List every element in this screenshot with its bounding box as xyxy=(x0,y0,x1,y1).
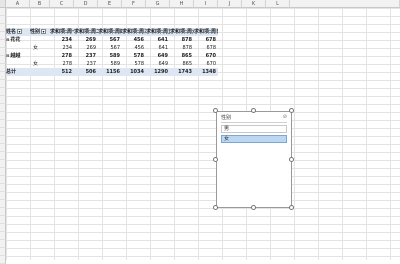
column-header[interactable]: F xyxy=(122,0,146,8)
spreadsheet[interactable]: ABCDEFGHIJKL 姓名▾ 性别▾ 求和项:周一 求和项:周二 求和项:周… xyxy=(0,0,400,264)
column-header[interactable]: C xyxy=(50,0,74,8)
filter-dropdown-icon[interactable]: ▾ xyxy=(17,29,23,34)
pivot-value[interactable]: 670 xyxy=(194,52,218,60)
pivot-value[interactable]: 269 xyxy=(74,36,98,44)
pivot-value[interactable]: 234 xyxy=(50,36,74,44)
clear-filter-icon[interactable]: ⊘ xyxy=(283,114,287,120)
minus-box-icon[interactable]: ⊟ xyxy=(6,36,9,44)
resize-handle-bottom[interactable] xyxy=(251,205,256,210)
pivot-value[interactable]: 878 xyxy=(170,44,194,52)
pivot-total-value[interactable]: 1743 xyxy=(170,68,194,76)
resize-handle-bottom-right[interactable] xyxy=(289,205,294,210)
column-header[interactable]: G xyxy=(146,0,170,8)
filter-dropdown-icon[interactable]: ▾ xyxy=(41,29,47,34)
pivot-value[interactable]: 234 xyxy=(50,44,74,52)
pivot-row-name[interactable]: ⊟越越 xyxy=(6,52,30,60)
pivot-value[interactable]: 865 xyxy=(170,60,194,68)
pivot-value[interactable]: 567 xyxy=(98,36,122,44)
pivot-value[interactable]: 456 xyxy=(122,36,146,44)
slicer-panel[interactable]: 性别 ⊘ 男 女 xyxy=(216,111,292,208)
column-header[interactable]: J xyxy=(218,0,242,8)
pivot-value[interactable]: 269 xyxy=(74,44,98,52)
resize-handle-top-left[interactable] xyxy=(213,108,218,113)
column-header[interactable]: L xyxy=(266,0,290,8)
pivot-total-value[interactable]: 1348 xyxy=(194,68,218,76)
pivot-value[interactable]: 567 xyxy=(98,44,122,52)
minus-box-icon[interactable]: ⊟ xyxy=(6,52,9,60)
column-header[interactable]: H xyxy=(170,0,194,8)
pivot-total-value[interactable]: 1156 xyxy=(98,68,122,76)
column-header[interactable]: A xyxy=(6,0,30,8)
resize-handle-right[interactable] xyxy=(289,157,294,162)
pivot-value[interactable]: 678 xyxy=(194,44,218,52)
slicer-item-female[interactable]: 女 xyxy=(221,135,287,143)
resize-handle-top-right[interactable] xyxy=(289,108,294,113)
pivot-header-name[interactable]: 姓名 ▾ xyxy=(6,28,30,36)
pivot-row-gender[interactable]: 女 xyxy=(30,44,50,52)
resize-handle-bottom-left[interactable] xyxy=(213,205,218,210)
slicer-divider xyxy=(221,122,287,123)
pivot-total-value[interactable]: 1290 xyxy=(146,68,170,76)
pivot-value[interactable]: 865 xyxy=(170,52,194,60)
column-header-filler xyxy=(290,0,400,8)
pivot-header-sat[interactable]: 求和项:周六 xyxy=(170,28,194,36)
resize-handle-left[interactable] xyxy=(213,157,218,162)
slicer-item-male[interactable]: 男 xyxy=(221,125,287,133)
pivot-total-value[interactable]: 506 xyxy=(74,68,98,76)
pivot-value[interactable]: 237 xyxy=(74,52,98,60)
pivot-header-sun[interactable]: 求和项:周日 xyxy=(194,28,218,36)
pivot-header-tue[interactable]: 求和项:周二 xyxy=(74,28,98,36)
column-header[interactable]: B xyxy=(30,0,50,8)
column-header[interactable]: K xyxy=(242,0,266,8)
pivot-value[interactable]: 641 xyxy=(146,36,170,44)
pivot-value[interactable]: 578 xyxy=(122,60,146,68)
pivot-grand-total-label[interactable]: 总计 xyxy=(6,68,50,76)
pivot-header-wed[interactable]: 求和项:周三 xyxy=(122,28,146,36)
pivot-value[interactable]: 456 xyxy=(122,44,146,52)
pivot-value[interactable]: 278 xyxy=(50,52,74,60)
pivot-header-gender[interactable]: 性别 ▾ xyxy=(30,28,50,36)
pivot-value[interactable]: 278 xyxy=(50,60,74,68)
pivot-header-mon[interactable]: 求和项:周一 xyxy=(50,28,74,36)
pivot-value[interactable]: 878 xyxy=(170,36,194,44)
pivot-value[interactable]: 237 xyxy=(74,60,98,68)
pivot-header-thu[interactable]: 求和项:周四 xyxy=(98,28,122,36)
pivot-value[interactable]: 578 xyxy=(122,52,146,60)
pivot-value[interactable]: 678 xyxy=(194,36,218,44)
pivot-value[interactable]: 649 xyxy=(146,60,170,68)
slicer-title: 性别 xyxy=(221,115,232,121)
pivot-total-value[interactable]: 1034 xyxy=(122,68,146,76)
pivot-value[interactable]: 670 xyxy=(194,60,218,68)
pivot-header-fri[interactable]: 求和项:周五 xyxy=(146,28,170,36)
pivot-value[interactable]: 589 xyxy=(98,52,122,60)
pivot-value[interactable]: 589 xyxy=(98,60,122,68)
column-header[interactable]: D xyxy=(74,0,98,8)
column-header[interactable]: E xyxy=(98,0,122,8)
pivot-value[interactable]: 641 xyxy=(146,44,170,52)
pivot-row-name[interactable]: ⊟花花 xyxy=(6,36,30,44)
pivot-value[interactable]: 649 xyxy=(146,52,170,60)
resize-handle-top[interactable] xyxy=(251,108,256,113)
column-header[interactable]: I xyxy=(194,0,218,8)
pivot-row-gender[interactable]: 女 xyxy=(30,60,50,68)
pivot-total-value[interactable]: 512 xyxy=(50,68,74,76)
